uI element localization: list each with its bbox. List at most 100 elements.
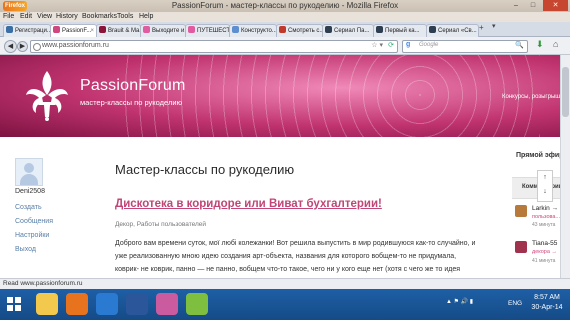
minimize-button[interactable]: – — [508, 0, 524, 11]
post-categories[interactable]: Декор, Работы пользователей — [115, 221, 206, 228]
menu-edit[interactable]: Edit — [20, 13, 32, 20]
url-text[interactable]: www.passionforum.ru — [42, 42, 109, 49]
menu-history[interactable]: History — [56, 13, 78, 20]
site-banner: PassionForum мастер-классы по рукоделию … — [0, 55, 570, 137]
back-button[interactable]: ◀ — [4, 40, 17, 53]
taskbar-app-tools-icon[interactable] — [186, 293, 208, 315]
tab-label: ПУТЕШЕСТ... — [197, 28, 230, 34]
navigation-bar: ◀ ▶ www.passionforum.ru ☆ ▾ ⟳ g Google 🔍… — [0, 37, 570, 55]
menu-bar: File Edit View History Bookmarks Tools H… — [0, 12, 570, 22]
live-feed-title: Прямой эфир — [516, 152, 564, 159]
clock-date: 30-Apr-14 — [531, 304, 563, 311]
live-feed-time: 41 минута — [532, 258, 556, 264]
tab-label: Сериал «Св... — [438, 28, 477, 34]
tab-label: Смотреть с... — [288, 28, 323, 34]
content-area: Deni2508 Создать Сообщения Настройки Вых… — [6, 137, 508, 278]
tab-close-icon[interactable]: × — [90, 25, 94, 37]
live-feed-user[interactable]: Larkin → — [532, 205, 558, 212]
post-text-line: уже реализованную мною идею создания арт… — [115, 253, 457, 260]
clock[interactable]: 8:57 AM 30-Apr-14 — [528, 293, 566, 313]
title-bar: Firefox PassionForum - мастер-классы по … — [0, 0, 570, 12]
live-feed-thumbnail[interactable] — [515, 241, 527, 253]
search-icon[interactable]: 🔍 — [515, 41, 524, 49]
sidebar-link-logout[interactable]: Выход — [15, 246, 36, 253]
clock-time: 8:57 AM — [534, 294, 560, 301]
menu-help[interactable]: Help — [139, 13, 153, 20]
tab-favicon-icon — [232, 26, 239, 33]
tab-5[interactable]: Конструкто... — [229, 24, 277, 37]
tab-1[interactable]: PassionF... × — [50, 24, 97, 37]
username[interactable]: Deni2508 — [15, 188, 45, 195]
taskbar-app-explorer-icon[interactable] — [36, 293, 58, 315]
tab-label: Регистраци... — [15, 28, 51, 34]
language-indicator[interactable]: ENG — [508, 300, 522, 307]
scroll-to-top-control[interactable]: ↑ ↓ — [537, 170, 553, 202]
post-text-line: коврик- не коврик, панно — не панно, воб… — [115, 266, 461, 273]
url-bar[interactable]: www.passionforum.ru ☆ ▾ ⟳ — [30, 40, 398, 53]
live-feed-post-link[interactable]: декора → — [532, 249, 557, 255]
reload-icon[interactable]: ⟳ — [388, 41, 394, 49]
menu-tools[interactable]: Tools — [117, 13, 133, 20]
tab-favicon-icon — [188, 26, 195, 33]
tab-favicon-icon — [429, 26, 436, 33]
maximize-button[interactable]: □ — [525, 0, 541, 11]
system-tray-icons[interactable]: ▲ ⚑ 🔊 ▮ — [446, 298, 473, 305]
tab-7[interactable]: Сериал Па... — [322, 24, 374, 37]
tab-label: Выходите и... — [152, 28, 186, 34]
tab-label: Первый ка... — [385, 28, 420, 34]
tab-6[interactable]: Смотреть с... — [276, 24, 323, 37]
site-identity-icon[interactable] — [33, 43, 41, 51]
tab-favicon-icon — [99, 26, 106, 33]
page-title: Мастер-классы по рукоделию — [115, 162, 295, 177]
menu-view[interactable]: View — [37, 13, 52, 20]
search-bar[interactable]: g Google 🔍 — [402, 40, 528, 53]
tab-label: Сериал Па... — [334, 28, 370, 34]
scrollbar-thumb[interactable] — [562, 67, 569, 117]
post-heading-link[interactable]: Дискотека в коридоре или Виват бухгалтер… — [115, 198, 382, 210]
tab-favicon-icon — [53, 26, 60, 33]
search-input[interactable]: Google — [419, 42, 438, 48]
bookmark-star-icon[interactable]: ☆ ▾ — [371, 41, 383, 49]
taskbar-app-word-icon[interactable] — [126, 293, 148, 315]
page-scrollbar[interactable] — [560, 55, 570, 278]
tab-8[interactable]: Первый ка... — [373, 24, 427, 37]
tab-label: Brauit & Ma... — [108, 28, 141, 34]
tab-9[interactable]: Сериал «Св... — [426, 24, 479, 37]
web-page: PassionForum мастер-классы по рукоделию … — [0, 55, 570, 278]
tab-favicon-icon — [279, 26, 286, 33]
post-text-line: Доброго вам времени суток, мої любі коле… — [115, 240, 476, 247]
site-tagline: мастер-классы по рукоделию — [80, 98, 183, 107]
menu-file[interactable]: File — [3, 13, 14, 20]
tab-2[interactable]: Brauit & Ma... — [96, 24, 141, 37]
sidebar-link-settings[interactable]: Настройки — [15, 232, 49, 239]
start-button[interactable] — [3, 293, 25, 315]
site-brand[interactable]: PassionForum — [80, 77, 186, 95]
banner-menu-link[interactable]: Конкурсы, розыгрыш — [502, 94, 560, 100]
close-button[interactable]: ✕ — [543, 0, 568, 11]
taskbar-app-media-icon[interactable] — [96, 293, 118, 315]
tab-3[interactable]: Выходите и... — [140, 24, 186, 37]
taskbar: ▲ ⚑ 🔊 ▮ ENG 8:57 AM 30-Apr-14 — [0, 289, 570, 320]
live-feed-thumbnail[interactable] — [515, 205, 527, 217]
tab-favicon-icon — [143, 26, 150, 33]
avatar[interactable] — [15, 158, 43, 186]
search-engine-icon[interactable]: g — [406, 41, 410, 48]
live-feed-post-link[interactable]: пользова... — [532, 214, 560, 220]
taskbar-app-paint-icon[interactable] — [156, 293, 178, 315]
download-icon[interactable]: ⬇ — [536, 39, 544, 50]
scroll-down-icon[interactable]: ↓ — [538, 185, 552, 199]
menu-bookmarks[interactable]: Bookmarks — [82, 13, 117, 20]
list-all-tabs-button[interactable]: ▾ — [492, 22, 496, 30]
avatar-head-icon — [24, 163, 34, 173]
tab-4[interactable]: ПУТЕШЕСТ... — [185, 24, 230, 37]
forward-button[interactable]: ▶ — [17, 41, 28, 52]
live-feed-time: 43 минута — [532, 222, 556, 228]
tab-0[interactable]: Регистраци... — [3, 24, 51, 37]
new-tab-button[interactable]: + — [479, 23, 484, 32]
taskbar-app-firefox-icon[interactable] — [66, 293, 88, 315]
sidebar-link-create[interactable]: Создать — [15, 204, 42, 211]
scroll-up-icon[interactable]: ↑ — [538, 171, 552, 185]
sidebar-link-messages[interactable]: Сообщения — [15, 218, 53, 225]
home-icon[interactable]: ⌂ — [553, 39, 558, 49]
fleur-logo-icon[interactable] — [22, 69, 72, 121]
